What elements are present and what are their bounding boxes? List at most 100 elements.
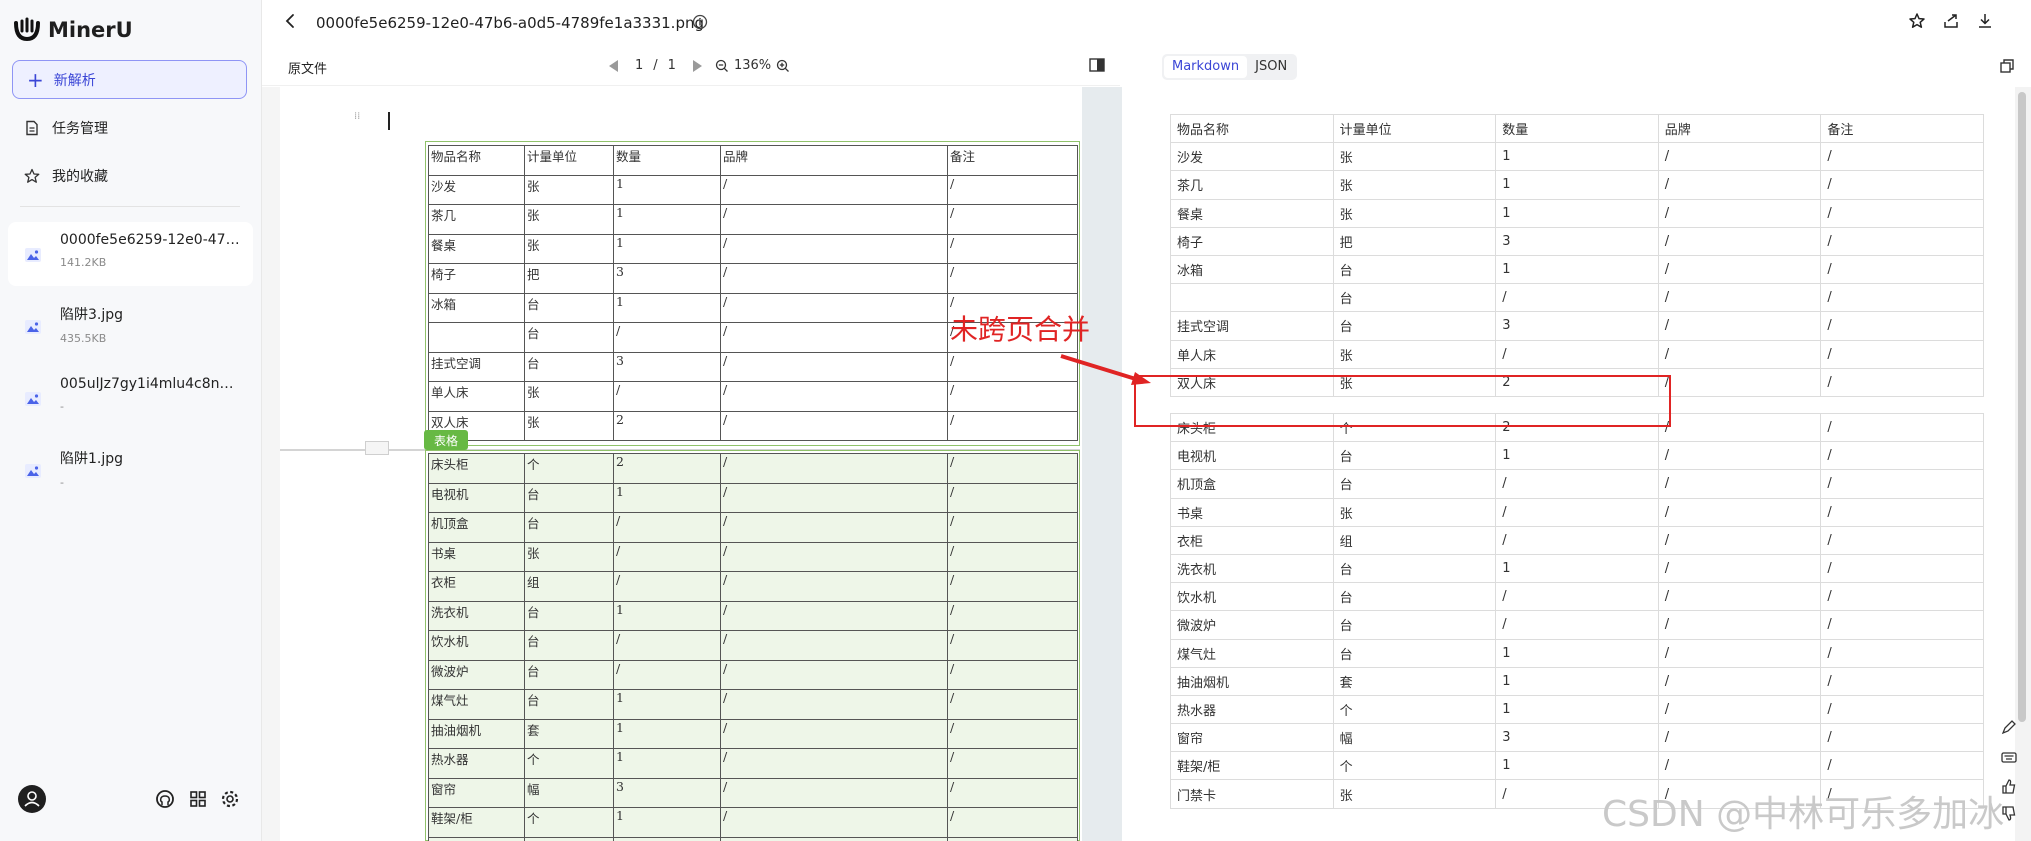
next-page-icon[interactable]: [692, 59, 702, 72]
table-cell: /: [1495, 497, 1659, 527]
zoom-in-icon[interactable]: [776, 59, 790, 73]
logo[interactable]: MinerU: [12, 14, 133, 46]
table-cell: 张: [1332, 170, 1497, 200]
tab-json[interactable]: JSON: [1247, 56, 1295, 78]
table-cell: /: [720, 659, 948, 690]
nav-item-favorites[interactable]: 我的收藏: [24, 164, 108, 188]
scrollbar-thumb[interactable]: [2018, 92, 2026, 722]
table-cell: 鞋架/柜: [428, 807, 525, 838]
table-cell: /: [613, 322, 721, 353]
table-cell: /: [1820, 367, 1984, 397]
copy-icon[interactable]: [1999, 58, 2015, 74]
watermark: CSDN @中林可乐多加冰: [1602, 794, 2005, 835]
table-cell: /: [1657, 610, 1822, 640]
table-cell: /: [1657, 666, 1822, 696]
new-parse-button[interactable]: + 新解析: [12, 60, 247, 99]
apps-grid-icon[interactable]: [188, 789, 208, 809]
drag-handle-icon[interactable]: ⁞⁞: [354, 112, 360, 122]
table-type-tag[interactable]: 表格: [424, 430, 468, 450]
split-view-icon[interactable]: [1088, 56, 1106, 74]
table-cell: /: [720, 689, 948, 720]
table-cell: /: [720, 512, 948, 543]
info-icon[interactable]: [692, 14, 708, 30]
table-cell: 椅子: [428, 263, 525, 294]
table-header-row: 物品名称 计量单位 数量 品牌 备注: [428, 145, 1078, 176]
block-handle[interactable]: [365, 441, 389, 455]
avatar[interactable]: [18, 785, 46, 813]
file-item-1[interactable]: 0000fe5e6259-12e0-47b6-a0d5-4789fe1a3331…: [8, 222, 253, 286]
table-cell: /: [613, 836, 721, 841]
table-cell: 把: [1332, 226, 1497, 256]
table-row: 抽油烟机套 1//: [1170, 666, 1984, 696]
file-item-3[interactable]: 005ulJz7gy1i4mlu4c8n7j.jpg -: [8, 366, 253, 430]
tab-markdown[interactable]: Markdown: [1164, 56, 1248, 78]
table-cell: /: [1657, 254, 1822, 285]
table-cell: /: [720, 263, 948, 294]
table-cell: 套: [1332, 666, 1497, 696]
back-arrow-icon[interactable]: [282, 12, 300, 30]
text-cursor: [388, 112, 390, 130]
table-row: 鞋架/柜个 1//: [428, 807, 1078, 838]
github-icon[interactable]: [155, 789, 175, 809]
table-cell: 机顶盒: [1170, 469, 1334, 499]
table-cell: /: [1657, 311, 1822, 341]
table-cell: /: [1657, 582, 1822, 612]
file-item-4[interactable]: 陷阱1.jpg -: [8, 438, 253, 502]
table-cell: 1: [1495, 751, 1659, 781]
keyboard-icon[interactable]: [2000, 748, 2018, 766]
table-cell: 抽油烟机: [428, 718, 525, 749]
table-cell: /: [947, 630, 1078, 661]
table-cell: 洗衣机: [428, 600, 525, 631]
current-page[interactable]: 1: [635, 58, 643, 73]
table-cell: /: [947, 748, 1078, 779]
table-cell: 1: [613, 204, 721, 235]
table-cell: 个: [1332, 694, 1497, 725]
settings-gear-icon[interactable]: [220, 789, 240, 809]
table-cell: /: [720, 541, 948, 572]
table-cell: /: [1657, 412, 1822, 443]
table-cell: /: [1657, 469, 1822, 499]
table-cell: /: [947, 777, 1078, 808]
table-cell: 1: [1495, 441, 1659, 471]
table-cell: 1: [1495, 254, 1659, 285]
table-row: 窗帘幅 3//: [428, 777, 1078, 808]
table-cell: 台: [1332, 283, 1497, 313]
image-file-icon: [25, 248, 41, 262]
table-cell: [428, 322, 525, 353]
table-cell: 1: [613, 174, 721, 205]
table-cell: /: [720, 322, 948, 353]
table-cell: /: [947, 512, 1078, 543]
table-cell: /: [1820, 553, 1984, 584]
table-cell: /: [720, 718, 948, 749]
table-cell: /: [720, 381, 948, 412]
table-row: 餐桌张 1//: [1170, 198, 1984, 228]
table-cell: 1: [613, 233, 721, 264]
table-cell: /: [720, 453, 948, 484]
table-cell: 挂式空调: [1170, 311, 1334, 341]
prev-page-icon[interactable]: [609, 59, 618, 72]
total-pages: 1: [667, 58, 676, 73]
zoom-out-icon[interactable]: [715, 59, 729, 73]
table-cell: 物品名称: [1170, 113, 1334, 144]
file-item-2[interactable]: 陷阱3.jpg 435.5KB: [8, 294, 253, 358]
table-row: 书桌张 / / /: [428, 541, 1078, 572]
mineru-logo-icon: [14, 17, 40, 42]
table-row: 抽油烟机套 1//: [428, 718, 1078, 749]
table-cell: 计量单位: [1332, 113, 1497, 144]
share-icon[interactable]: [1942, 12, 1960, 30]
table-cell: 1: [613, 689, 721, 720]
favorite-star-icon[interactable]: [1908, 12, 1926, 30]
download-icon[interactable]: [1976, 12, 1994, 30]
result-toolbar: Markdown JSON: [1140, 46, 2031, 86]
table-cell: 窗帘: [428, 777, 525, 808]
sidebar: MinerU + 新解析 任务管理 我的收藏 0000fe5e6259-12e0…: [0, 0, 262, 841]
table-cell: 床头柜: [428, 453, 525, 484]
pen-tool-icon[interactable]: [2000, 718, 2018, 736]
table-cell: /: [720, 748, 948, 779]
table-cell: /: [720, 600, 948, 631]
table-cell: 门禁卡: [428, 836, 525, 841]
table-cell: /: [1820, 142, 1984, 172]
markdown-preview[interactable]: 物品名称 计量单位 数量 品牌 备注 沙发张 1// 茶几张 1// 餐桌张 1// 椅子把 3// 冰箱…: [1140, 87, 2018, 841]
image-file-icon: [25, 392, 41, 406]
nav-item-tasks[interactable]: 任务管理: [24, 116, 108, 140]
